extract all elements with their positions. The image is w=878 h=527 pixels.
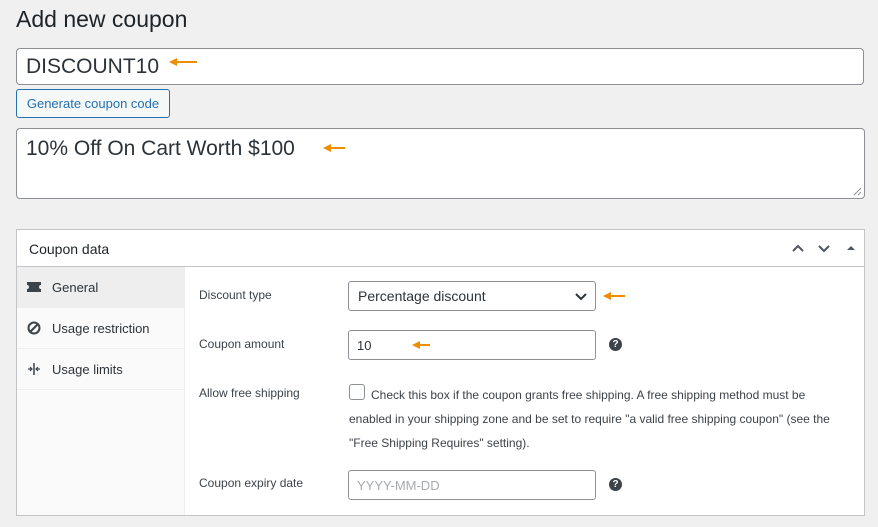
annotation-arrow (603, 292, 625, 300)
limits-icon (26, 361, 42, 377)
annotation-arrow (169, 58, 197, 66)
tab-general[interactable]: General (17, 267, 184, 308)
discount-type-label: Discount type (199, 288, 272, 302)
free-shipping-description: Check this box if the coupon grants free… (349, 388, 830, 450)
tab-label: Usage limits (52, 361, 123, 377)
help-icon[interactable]: ? (609, 338, 622, 351)
tab-usage-restriction[interactable]: Usage restriction (17, 308, 184, 349)
ticket-icon (26, 279, 42, 295)
coupon-data-tabs: General Usage restriction Usage limits (17, 267, 185, 515)
panel-header: Coupon data (17, 230, 864, 267)
free-shipping-label: Allow free shipping (199, 386, 300, 400)
help-icon[interactable]: ? (609, 478, 622, 491)
chevron-down-icon[interactable] (815, 239, 833, 257)
tab-label: General (52, 279, 99, 295)
page-title: Add new coupon (16, 6, 188, 32)
coupon-amount-input[interactable] (348, 330, 596, 360)
coupon-description-input[interactable]: 10% Off On Cart Worth $100 (16, 128, 865, 199)
annotation-arrow (412, 341, 430, 349)
coupon-data-panel: Coupon data General Usage restriction Us… (16, 229, 865, 516)
coupon-expiry-label: Coupon expiry date (199, 476, 304, 490)
collapse-triangle-icon[interactable] (842, 239, 860, 257)
coupon-amount-label: Coupon amount (199, 337, 285, 351)
coupon-expiry-input[interactable] (348, 470, 596, 500)
generate-coupon-code-button[interactable]: Generate coupon code (16, 89, 170, 118)
tab-label: Usage restriction (52, 320, 150, 336)
coupon-code-input[interactable] (16, 48, 864, 85)
chevron-down-icon (575, 293, 587, 301)
annotation-arrow (323, 144, 345, 152)
chevron-up-icon[interactable] (789, 239, 807, 257)
ban-icon (26, 320, 42, 336)
tab-usage-limits[interactable]: Usage limits (17, 349, 184, 390)
resize-grip-icon[interactable] (852, 186, 862, 196)
general-tab-content: Discount type Percentage discount Coupon… (186, 267, 864, 515)
discount-type-value: Percentage discount (358, 288, 486, 304)
panel-title: Coupon data (29, 241, 110, 257)
discount-type-select[interactable]: Percentage discount (348, 281, 596, 311)
